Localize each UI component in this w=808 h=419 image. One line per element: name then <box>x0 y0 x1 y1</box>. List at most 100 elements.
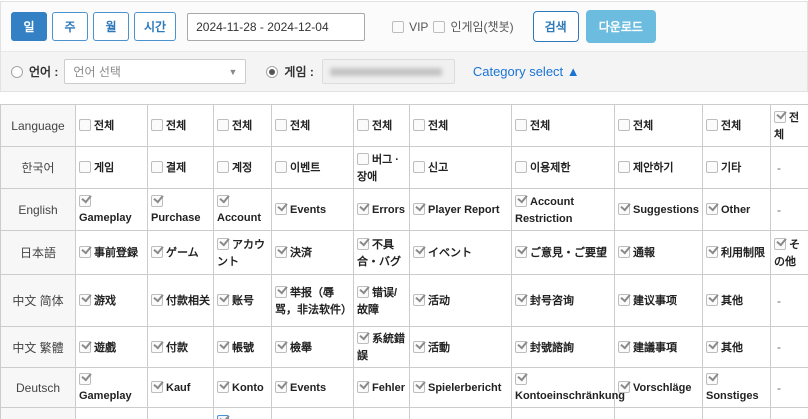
category-option[interactable]: Vorschläge <box>618 380 692 394</box>
category-checkbox-icon[interactable] <box>706 341 718 353</box>
category-checkbox-icon[interactable] <box>774 111 786 123</box>
category-checkbox-icon[interactable] <box>706 373 718 385</box>
category-option[interactable]: 決済 <box>275 245 312 259</box>
category-option[interactable]: 전체 <box>217 118 252 132</box>
category-checkbox-icon[interactable] <box>515 161 527 173</box>
category-checkbox-icon[interactable] <box>618 119 630 131</box>
category-option[interactable]: 活动 <box>413 293 450 307</box>
category-checkbox-icon[interactable] <box>413 381 425 393</box>
category-checkbox-icon[interactable] <box>618 341 630 353</box>
category-checkbox-icon[interactable] <box>79 195 91 207</box>
category-option[interactable]: 전체 <box>706 118 741 132</box>
category-option[interactable]: Events <box>275 380 326 394</box>
category-checkbox-icon[interactable] <box>151 341 163 353</box>
category-checkbox-icon[interactable] <box>151 161 163 173</box>
category-checkbox-icon[interactable] <box>79 246 91 258</box>
category-option[interactable]: 建议事项 <box>618 293 677 307</box>
category-checkbox-icon[interactable] <box>618 203 630 215</box>
category-option[interactable]: 제안하기 <box>618 160 673 174</box>
category-option[interactable]: Spielerbericht <box>413 380 501 394</box>
language-select[interactable]: 언어 선택 ▼ <box>64 59 246 84</box>
category-option[interactable]: 活動 <box>413 340 450 354</box>
category-checkbox-icon[interactable] <box>413 341 425 353</box>
category-checkbox-icon[interactable] <box>79 161 91 173</box>
period-button-day[interactable]: 일 <box>11 12 47 41</box>
category-option[interactable]: Account <box>217 194 261 224</box>
category-checkbox-icon[interactable] <box>151 294 163 306</box>
category-checkbox-icon[interactable] <box>515 195 527 207</box>
category-checkbox-icon[interactable] <box>618 381 630 393</box>
category-checkbox-icon[interactable] <box>618 161 630 173</box>
search-button[interactable]: 검색 <box>533 11 579 42</box>
category-option[interactable]: Events <box>275 202 326 216</box>
category-checkbox-icon[interactable] <box>217 161 229 173</box>
category-checkbox-icon[interactable] <box>618 246 630 258</box>
category-checkbox-icon[interactable] <box>151 381 163 393</box>
category-checkbox-icon[interactable] <box>275 246 287 258</box>
category-checkbox-icon[interactable] <box>515 246 527 258</box>
category-option[interactable]: Fehler <box>357 380 405 394</box>
category-checkbox-icon[interactable] <box>151 119 163 131</box>
category-option[interactable]: 账号 <box>217 293 254 307</box>
category-option[interactable]: 전체 <box>413 118 448 132</box>
category-option[interactable]: 游戏 <box>79 293 116 307</box>
category-checkbox-icon[interactable] <box>515 294 527 306</box>
category-option[interactable]: 전체 <box>774 110 799 141</box>
category-option[interactable]: 错误/故障 <box>357 285 397 316</box>
category-option[interactable]: Player Report <box>413 202 500 216</box>
category-checkbox-icon[interactable] <box>151 246 163 258</box>
language-radio[interactable] <box>11 66 23 78</box>
category-option[interactable]: Gameplay <box>79 372 132 402</box>
category-checkbox-icon[interactable] <box>79 119 91 131</box>
download-button[interactable]: 다운로드 <box>586 10 656 43</box>
category-checkbox-icon[interactable] <box>357 119 369 131</box>
category-option[interactable]: Errors <box>357 202 405 216</box>
category-checkbox-icon[interactable] <box>357 238 369 250</box>
category-checkbox-icon[interactable] <box>357 203 369 215</box>
category-checkbox-icon[interactable] <box>217 381 229 393</box>
category-option[interactable]: 버그 · 장애 <box>357 152 399 183</box>
category-option[interactable]: 付款 <box>151 340 188 354</box>
vip-checkbox-icon[interactable] <box>392 21 404 33</box>
category-option[interactable]: 付款相关 <box>151 293 210 307</box>
category-option[interactable]: その他 <box>774 237 800 268</box>
category-checkbox-icon[interactable] <box>706 119 718 131</box>
category-checkbox-icon[interactable] <box>217 119 229 131</box>
period-button-week[interactable]: 주 <box>52 12 88 41</box>
category-checkbox-icon[interactable] <box>217 415 229 419</box>
category-option[interactable]: 不具合・バグ <box>357 237 401 268</box>
ingame-checkbox-icon[interactable] <box>433 21 445 33</box>
category-option[interactable]: Sonstiges <box>706 372 759 402</box>
category-option[interactable]: 이벤트 <box>275 160 320 174</box>
category-checkbox-icon[interactable] <box>275 286 287 298</box>
category-checkbox-icon[interactable] <box>515 373 527 385</box>
category-option[interactable]: 檢舉 <box>275 340 312 354</box>
category-option[interactable]: 결제 <box>151 160 186 174</box>
category-option[interactable]: アカウント <box>217 237 265 268</box>
category-select-link[interactable]: Category select ▲ <box>473 64 580 79</box>
category-checkbox-icon[interactable] <box>151 195 163 207</box>
category-checkbox-icon[interactable] <box>79 341 91 353</box>
category-option[interactable]: 封号咨询 <box>515 293 574 307</box>
category-option[interactable]: 신고 <box>413 160 448 174</box>
category-option[interactable]: 전체 <box>357 118 392 132</box>
category-checkbox-icon[interactable] <box>217 238 229 250</box>
category-option[interactable]: 전체 <box>618 118 653 132</box>
game-name-input[interactable] <box>322 59 455 84</box>
category-checkbox-icon[interactable] <box>706 203 718 215</box>
category-checkbox-icon[interactable] <box>275 203 287 215</box>
date-range-input[interactable] <box>187 13 365 41</box>
category-checkbox-icon[interactable] <box>413 203 425 215</box>
category-option[interactable]: Kontoeinschränkung <box>515 372 625 402</box>
category-option[interactable]: 이용제한 <box>515 160 570 174</box>
category-option[interactable]: 기타 <box>706 160 741 174</box>
category-option[interactable]: Gameplay <box>79 194 132 224</box>
category-option[interactable]: Konto <box>217 380 264 394</box>
vip-checkbox[interactable]: VIP <box>392 20 428 34</box>
category-option[interactable]: ご意見・ご要望 <box>515 245 607 259</box>
category-checkbox-icon[interactable] <box>275 341 287 353</box>
category-checkbox-icon[interactable] <box>357 286 369 298</box>
category-checkbox-icon[interactable] <box>515 119 527 131</box>
category-option[interactable]: 其他 <box>706 340 743 354</box>
category-checkbox-icon[interactable] <box>413 246 425 258</box>
